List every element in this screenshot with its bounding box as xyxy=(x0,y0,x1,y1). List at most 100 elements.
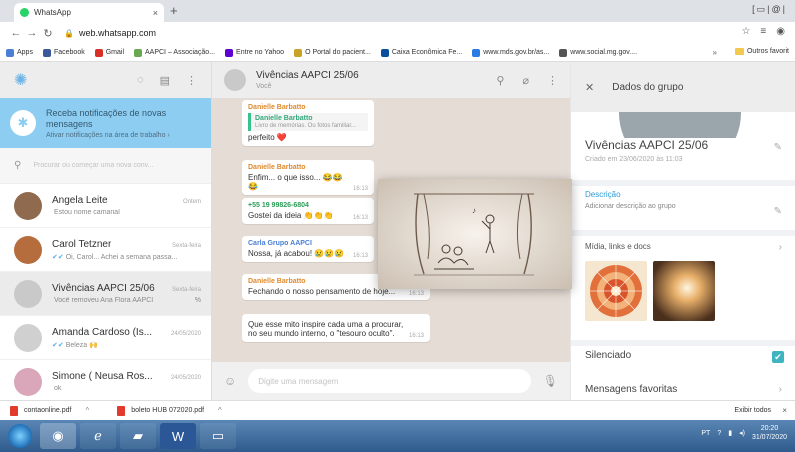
bookmark-item[interactable]: O Portal do pacient... xyxy=(294,48,371,57)
avatar[interactable] xyxy=(14,235,42,264)
forward-arrow-icon[interactable]: → xyxy=(24,27,40,39)
image-preview-overlay[interactable]: ♪ xyxy=(378,179,572,289)
chat-list-item[interactable]: Simone ( Neusa Ros... 24/05/2020 ok xyxy=(0,360,211,404)
bookmark-label: O Portal do pacient... xyxy=(305,49,371,56)
muted-row[interactable]: Silenciado ✔ xyxy=(571,350,795,370)
volume-icon[interactable]: ◂) xyxy=(739,429,745,437)
edit-name-icon[interactable]: ✎ xyxy=(774,142,782,153)
other-bookmarks[interactable]: Outros favorit xyxy=(734,48,789,55)
status-icon[interactable]: ◌ xyxy=(137,74,144,87)
notification-link[interactable]: Ativar notificações na área de trabalho … xyxy=(46,132,201,139)
bookmark-label: Entre no Yahoo xyxy=(236,49,285,56)
divider xyxy=(571,180,795,186)
group-name-section: Vivências AAPCI 25/06 Criado em 23/06/20… xyxy=(571,138,795,184)
microphone-icon[interactable]: 🎙 xyxy=(543,374,558,388)
bookmark-item[interactable]: www.social.mg.gov.... xyxy=(559,48,637,57)
chat-list-item[interactable]: Carol Tetzner Sexta-feira ✔✔ Oi, Carol... A… xyxy=(0,228,211,272)
notification-banner[interactable]: ✱ Receba notificações de novas mensagens… xyxy=(0,98,211,148)
search-bar[interactable]: ⚲ Procurar ou começar uma nova conv... xyxy=(0,148,211,184)
media-section[interactable]: Mídia, links e docs › xyxy=(571,242,795,338)
message-sender[interactable]: Carla Grupo AAPCI xyxy=(248,240,368,247)
message-sender[interactable]: Danielle Barbatto xyxy=(248,164,368,171)
avatar[interactable] xyxy=(14,279,42,308)
message-text: Gostei da ideia xyxy=(248,211,302,220)
folder-taskbar-icon[interactable]: ▭ xyxy=(200,423,236,449)
chevron-up-icon[interactable]: ^ xyxy=(85,406,89,415)
download-item[interactable]: boleto HUB 072020.pdf ^ xyxy=(117,405,222,416)
bookmark-item[interactable]: Apps xyxy=(6,48,33,57)
message-input[interactable]: Digite uma mensagem xyxy=(248,369,531,393)
profile-icon[interactable]: ◉ xyxy=(776,26,785,37)
search-icon[interactable]: ⚲ xyxy=(496,74,504,87)
edit-description-icon[interactable]: ✎ xyxy=(774,206,782,217)
word-taskbar-icon[interactable]: W xyxy=(160,423,196,449)
message-bubble[interactable]: Danielle Barbatto Danielle Barbatto Livro … xyxy=(242,100,374,146)
bookmark-item[interactable]: Facebook xyxy=(42,48,85,57)
chevron-right-icon[interactable]: › xyxy=(779,384,782,395)
app-logo-icon[interactable]: ✺ xyxy=(14,70,27,90)
start-button[interactable] xyxy=(8,424,32,448)
quoted-message[interactable]: Danielle Barbatto Livro de memórias. Ou f… xyxy=(248,113,368,131)
language-indicator[interactable]: PT xyxy=(701,430,710,437)
window-controls[interactable]: [▭|@| xyxy=(752,4,787,15)
clock[interactable]: 20:20 31/07/2020 xyxy=(752,424,787,442)
address-bar[interactable]: web.whatsapp.com xyxy=(79,28,156,38)
chrome-taskbar-icon[interactable]: ◉ xyxy=(40,423,76,449)
message-bubble[interactable]: Que esse mito inspire cada uma a procura… xyxy=(242,314,430,342)
tab-close-icon[interactable]: × xyxy=(153,8,158,18)
message-time: 16:13 xyxy=(408,333,424,339)
help-icon[interactable]: ? xyxy=(717,430,721,437)
bookmarks-overflow-icon[interactable]: » xyxy=(713,48,717,57)
reading-list-icon[interactable]: ≡ xyxy=(760,26,766,37)
message-sender[interactable]: Danielle Barbatto xyxy=(248,104,368,111)
tab-whatsapp[interactable]: WhatsApp × xyxy=(14,3,164,22)
star-icon[interactable]: ☆ xyxy=(741,26,750,37)
menu-icon[interactable]: ⋮ xyxy=(547,74,558,87)
conversation-header[interactable]: Vivências AAPCI 25/06 Você ⚲ ⌀ ⋮ xyxy=(212,62,570,98)
bookmark-item[interactable]: Entre no Yahoo xyxy=(225,48,285,57)
message-sender[interactable]: +55 19 99826-6804 xyxy=(248,202,368,209)
menu-icon[interactable]: ⋮ xyxy=(186,74,197,87)
chat-list-item[interactable]: Angela Leite Ontem Estou nome camarial xyxy=(0,184,211,228)
message-bubble[interactable]: Carla Grupo AAPCI Nossa, já acabou! 😢😢😢 16… xyxy=(242,236,374,262)
avatar[interactable] xyxy=(14,367,42,396)
chevron-right-icon[interactable]: › xyxy=(779,242,782,253)
network-icon[interactable]: ▮ xyxy=(728,429,732,437)
bookmark-item[interactable]: AAPCI – Associação... xyxy=(134,48,215,57)
chat-list-item[interactable]: Vivências AAPCI 25/06 Sexta-feira Você rem… xyxy=(0,272,211,316)
avatar[interactable] xyxy=(14,323,42,352)
browser-tab-bar: WhatsApp × + [▭|@| xyxy=(0,0,795,22)
show-all-downloads-button[interactable]: Exibir todos xyxy=(734,407,771,414)
back-arrow-icon[interactable]: ← xyxy=(8,27,24,39)
bookmark-item[interactable]: www.mds.gov.br/as... xyxy=(472,48,549,57)
search-input[interactable]: Procurar ou começar uma nova conv... xyxy=(33,162,153,169)
bookmark-icon xyxy=(6,48,14,57)
new-tab-button[interactable]: + xyxy=(170,3,178,18)
reload-icon[interactable]: ↻ xyxy=(40,27,56,40)
ie-taskbar-icon[interactable]: ℯ xyxy=(80,423,116,449)
bookmark-item[interactable]: Gmail xyxy=(94,48,124,57)
media-thumbnail-light[interactable] xyxy=(653,261,715,321)
chat-time: Sexta-feira xyxy=(171,287,201,293)
chevron-up-icon[interactable]: ^ xyxy=(218,406,222,415)
group-avatar[interactable] xyxy=(224,69,246,91)
muted-checkbox[interactable]: ✔ xyxy=(772,351,784,363)
description-input[interactable]: Adicionar descrição ao grupo xyxy=(585,203,782,210)
attach-icon[interactable]: ⌀ xyxy=(522,74,529,87)
avatar[interactable] xyxy=(14,191,42,220)
media-thumbnail-mandala[interactable] xyxy=(585,261,647,321)
scanner-taskbar-icon[interactable]: ▰ xyxy=(120,423,156,449)
new-chat-icon[interactable]: ▤ xyxy=(160,74,170,87)
emoji-icon[interactable]: ☺ xyxy=(224,374,236,388)
starred-row[interactable]: Mensagens favoritas › xyxy=(571,384,795,400)
download-file-name: contaonline.pdf xyxy=(24,407,72,414)
message-bubble[interactable]: +55 19 99826-6804 Gostei da ideia 👏👏👏 16:1… xyxy=(242,198,374,224)
close-icon[interactable]: ✕ xyxy=(585,81,594,94)
message-bubble[interactable]: Danielle Barbatto Enfim... o que isso... … xyxy=(242,160,374,195)
chat-list-item[interactable]: Amanda Cardoso (Is... 24/05/2020 ✔✔ Beleza … xyxy=(0,316,211,360)
chat-list-pane: ✺ ◌ ▤ ⋮ ✱ Receba notificações de novas m… xyxy=(0,62,212,404)
chat-time: Sexta-feira xyxy=(171,242,201,249)
download-item[interactable]: contaonline.pdf ^ xyxy=(10,405,89,416)
close-downloads-icon[interactable]: × xyxy=(782,406,787,415)
bookmark-item[interactable]: Caixa Econômica Fe... xyxy=(380,48,462,57)
